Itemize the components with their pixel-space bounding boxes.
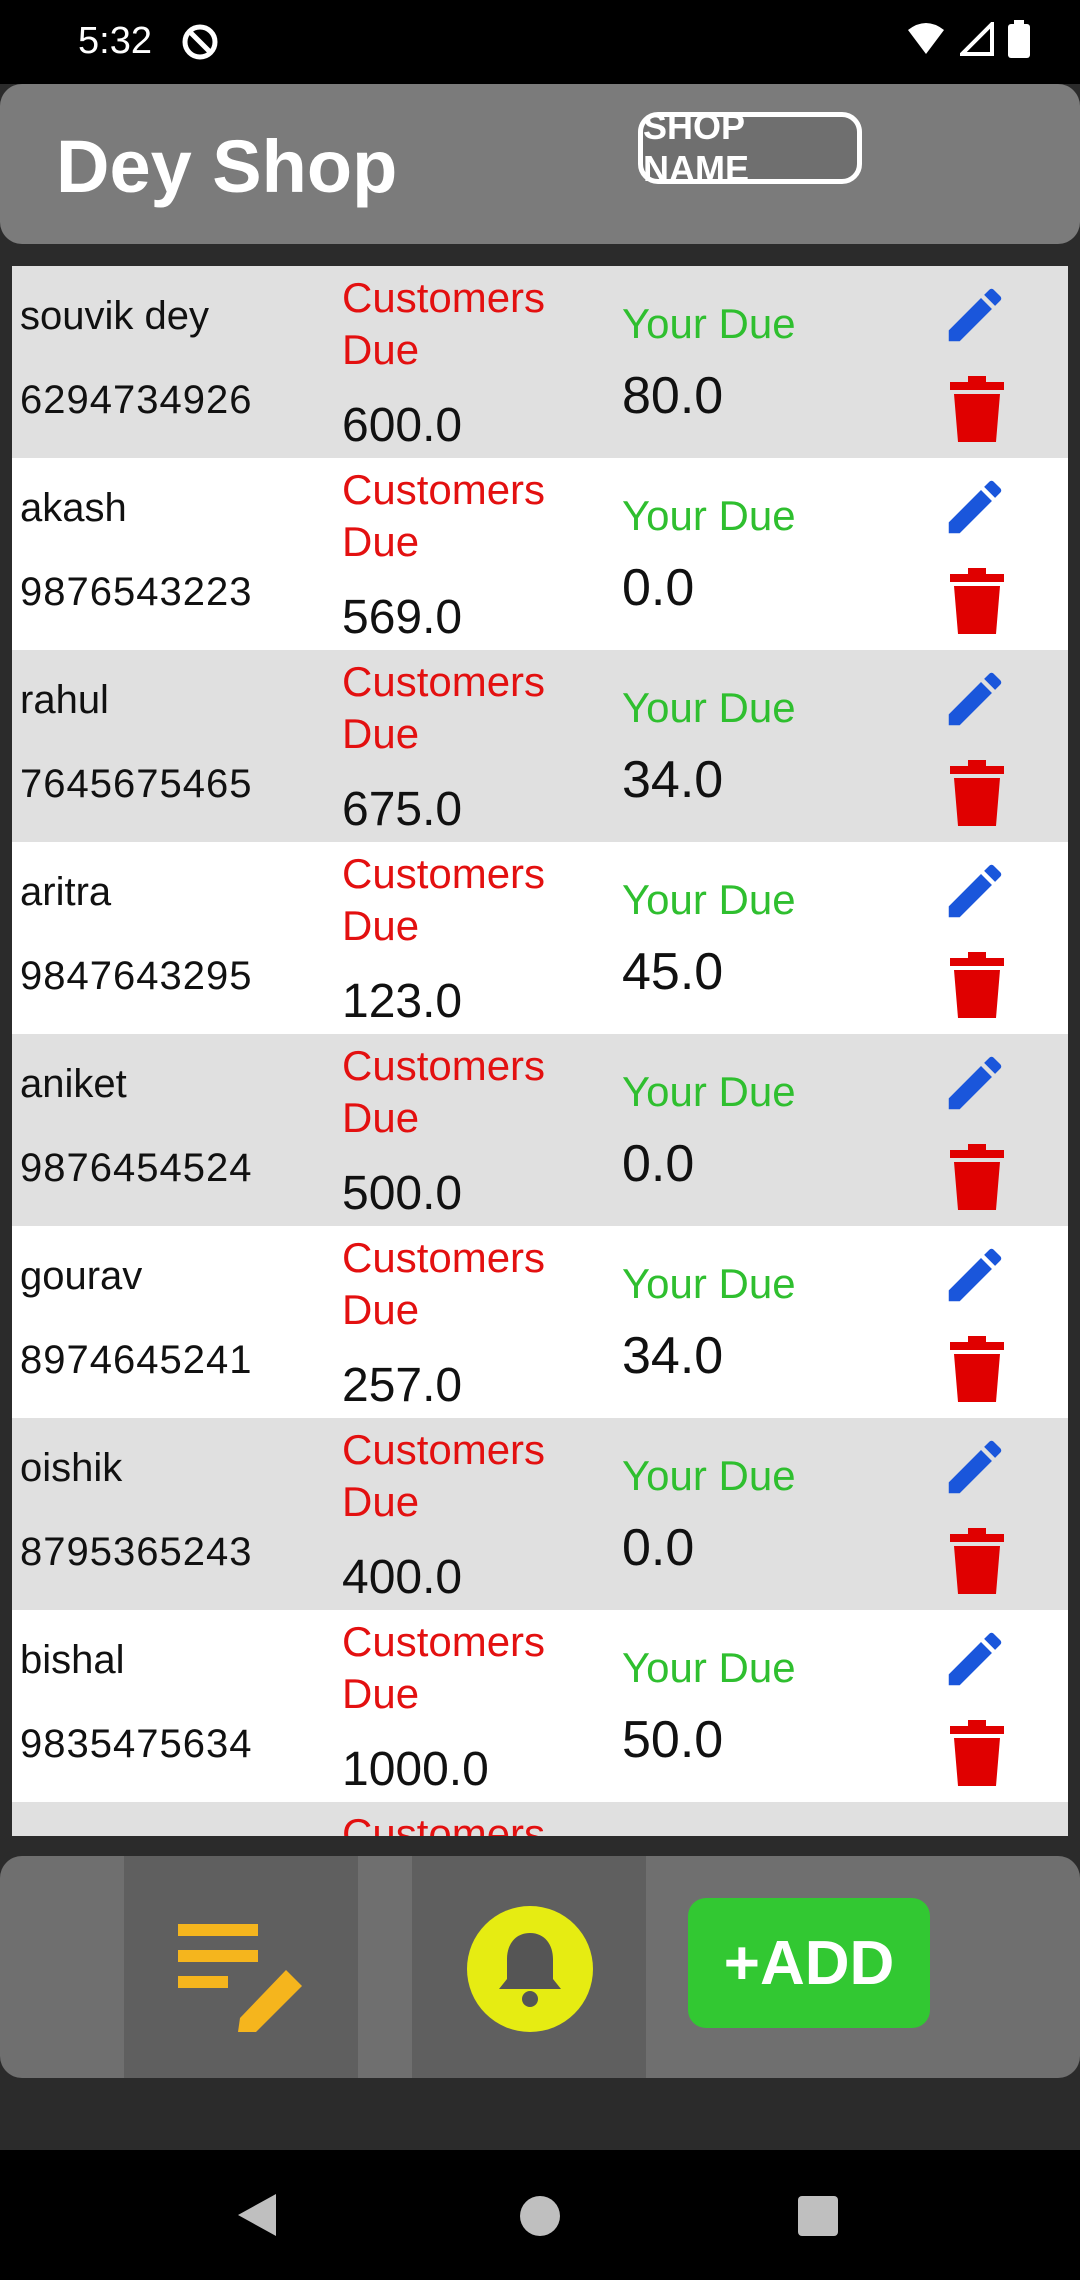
your-due-value: 50.0 [622,1711,724,1769]
bell-icon [499,1933,561,2007]
customer-name: rahul [20,678,109,722]
customer-name: aritra [20,870,112,914]
customer-row[interactable]: bishal 9835475634 Customers Due 1000.0 Y… [12,1610,1068,1802]
bell-circle [467,1906,593,2032]
customers-due-value: 675.0 [342,783,463,836]
customers-due-label: Customers Due [342,850,546,949]
delete-icon[interactable] [950,1336,1004,1402]
your-due-label: Your Due [622,492,796,539]
customer-name: bishal [20,1638,125,1682]
customers-due-label: Customers Due [342,1618,546,1717]
edit-icon[interactable] [940,1048,1010,1118]
edit-icon[interactable] [940,1624,1010,1694]
customer-phone: 7645675465 [20,762,253,806]
your-due-value: 45.0 [622,943,724,1001]
delete-icon[interactable] [950,1528,1004,1594]
customer-row[interactable]: gourav 8974645241 Customers Due 257.0 Yo… [12,1226,1068,1418]
delete-icon[interactable] [950,760,1004,826]
notification-button[interactable] [412,1856,646,2078]
bottom-spacer [0,2078,1080,2150]
edit-icon[interactable] [940,280,1010,350]
shop-name-button[interactable]: SHOP NAME [638,106,862,189]
customers-due-value: 123.0 [342,975,463,1028]
system-nav-bar [0,2150,1080,2280]
customer-phone: 8974645241 [20,1338,253,1382]
customers-due-label: Customers Due [342,466,546,565]
edit-icon[interactable] [940,664,1010,734]
your-due-value: 34.0 [622,751,724,809]
edit-icon[interactable] [940,472,1010,542]
your-due-value: 80.0 [622,367,724,425]
customers-due-label: Customers Due [342,1234,546,1333]
customer-phone: 9847643295 [20,954,253,998]
your-due-value: 0.0 [622,1519,695,1577]
customer-row[interactable]: aniket 9876454524 Customers Due 500.0 Yo… [12,1034,1068,1226]
customer-name: akash [20,486,127,530]
customer-row-partial[interactable]: Customers [12,1802,1068,1836]
customers-due-value: 400.0 [342,1551,463,1604]
cell-signal-icon [960,22,994,56]
your-due-label: Your Due [622,1260,796,1307]
delete-icon[interactable] [950,1144,1004,1210]
customer-row[interactable]: oishik 8795365243 Customers Due 400.0 Yo… [12,1418,1068,1610]
your-due-label: Your Due [622,300,796,347]
recent-apps-icon[interactable] [798,2196,838,2236]
customer-phone: 9835475634 [20,1722,253,1766]
list-edit-icon [178,1924,302,2032]
add-customer-button[interactable]: +ADD [688,1898,930,2028]
customer-phone: 8795365243 [20,1530,253,1574]
customers-due-label: Customers Due [342,274,546,373]
edit-icon[interactable] [940,856,1010,926]
customer-phone: 9876454524 [20,1146,253,1190]
customer-row[interactable]: rahul 7645675465 Customers Due 675.0 You… [12,650,1068,842]
delete-icon[interactable] [950,952,1004,1018]
delete-icon[interactable] [950,568,1004,634]
home-icon[interactable] [520,2196,560,2236]
wifi-icon [908,23,944,54]
customer-name: gourav [20,1254,143,1298]
customer-phone: 6294734926 [20,378,253,422]
battery-icon [1008,20,1030,58]
your-due-label: Your Due [622,1068,796,1115]
list-edit-button[interactable] [124,1856,358,2078]
your-due-label: Your Due [622,684,796,731]
customers-due-value: 500.0 [342,1167,463,1220]
customer-name: souvik dey [20,294,209,338]
app-notification-icon [182,24,218,60]
customer-row[interactable]: souvik dey 6294734926 Customers Due 600.… [12,266,1068,458]
customers-due-label: Customers Due [342,658,546,757]
delete-icon[interactable] [950,1720,1004,1786]
customer-name: aniket [20,1062,127,1106]
back-icon[interactable] [236,2192,278,2238]
delete-icon[interactable] [950,376,1004,442]
your-due-label: Your Due [622,876,796,923]
customers-due-value: 569.0 [342,591,463,644]
edit-icon[interactable] [940,1240,1010,1310]
customers-due-value: 257.0 [342,1359,463,1412]
customer-list[interactable]: souvik dey 6294734926 Customers Due 600.… [12,266,1068,1836]
edit-icon[interactable] [940,1432,1010,1502]
customers-due-label-partial: Customers [342,1810,546,1836]
customers-due-label: Customers Due [342,1042,546,1141]
customer-row[interactable]: akash 9876543223 Customers Due 569.0 You… [12,458,1068,650]
your-due-value: 0.0 [622,1135,695,1193]
app-header: Dey Shop SHOP NAME [0,84,1080,244]
your-due-value: 0.0 [622,559,695,617]
status-time: 5:32 [78,20,152,62]
bottom-action-bar: +ADD [0,1856,1080,2078]
customer-phone: 9876543223 [20,570,253,614]
your-due-label: Your Due [622,1452,796,1499]
customer-row[interactable]: aritra 9847643295 Customers Due 123.0 Yo… [12,842,1068,1034]
customers-due-label: Customers Due [342,1426,546,1525]
customers-due-value: 600.0 [342,399,463,452]
app-title: Dey Shop [56,125,398,208]
customers-due-value: 1000.0 [342,1743,489,1796]
your-due-value: 34.0 [622,1327,724,1385]
your-due-label: Your Due [622,1644,796,1691]
status-bar: 5:32 [0,0,1080,84]
customer-name: oishik [20,1446,123,1490]
